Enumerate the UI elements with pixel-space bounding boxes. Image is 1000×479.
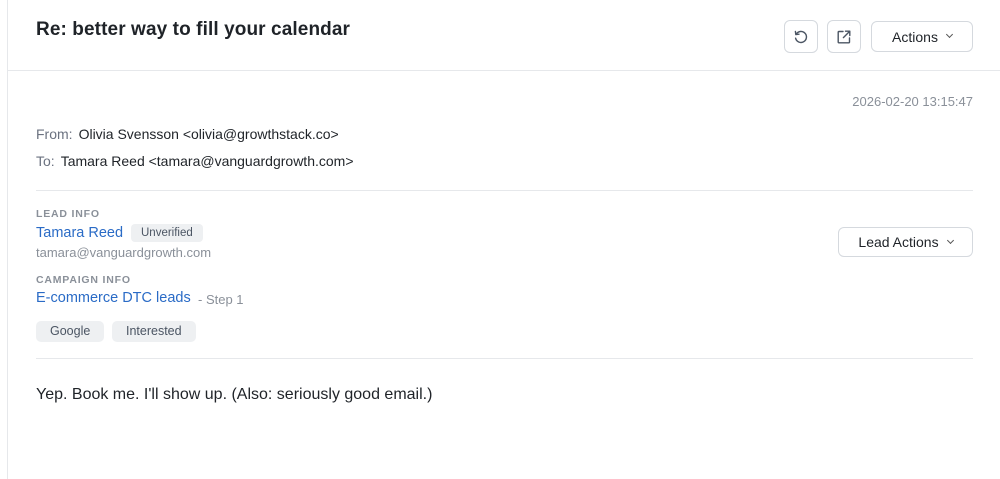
email-header: Re: better way to fill your calendar Act… bbox=[8, 0, 1000, 71]
to-label: To: bbox=[36, 153, 55, 169]
tag-chip: Interested bbox=[112, 321, 196, 342]
open-external-button[interactable] bbox=[827, 20, 861, 53]
from-value: Olivia Svensson <olivia@growthstack.co> bbox=[78, 126, 339, 142]
lead-name-link[interactable]: Tamara Reed bbox=[36, 225, 123, 241]
campaign-name-link[interactable]: E-commerce DTC leads bbox=[36, 290, 191, 306]
lead-actions-label: Lead Actions bbox=[858, 234, 939, 250]
email-timestamp: 2026-02-20 13:15:47 bbox=[852, 94, 973, 109]
tag-chip: Google bbox=[36, 321, 105, 342]
refresh-button[interactable] bbox=[784, 20, 818, 53]
refresh-icon bbox=[794, 30, 808, 43]
status-badge: Unverified bbox=[131, 224, 203, 242]
divider bbox=[36, 358, 973, 359]
lead-email: tamara@vanguardgrowth.com bbox=[36, 245, 212, 260]
email-body: Yep. Book me. I'll show up. (Also: serio… bbox=[36, 386, 433, 403]
to-value: Tamara Reed <tamara@vanguardgrowth.com> bbox=[60, 153, 354, 169]
email-detail-panel: Re: better way to fill your calendar Act… bbox=[7, 0, 1000, 479]
to-row: To: Tamara Reed <tamara@vanguardgrowth.co… bbox=[36, 153, 354, 169]
campaign-step: - Step 1 bbox=[198, 292, 244, 307]
actions-label: Actions bbox=[892, 28, 938, 45]
campaign-info-heading: CAMPAIGN INFO bbox=[36, 274, 131, 286]
from-label: From: bbox=[36, 126, 73, 142]
lead-actions-button[interactable]: Lead Actions bbox=[838, 227, 973, 257]
divider bbox=[36, 190, 973, 191]
actions-dropdown-button[interactable]: Actions bbox=[871, 21, 973, 52]
chevron-down-icon bbox=[945, 30, 953, 39]
chevron-down-icon bbox=[946, 236, 954, 244]
lead-info-heading: LEAD INFO bbox=[36, 208, 100, 220]
from-row: From: Olivia Svensson <olivia@growthstack… bbox=[36, 126, 339, 142]
external-link-icon bbox=[837, 30, 851, 43]
email-subject: Re: better way to fill your calendar bbox=[36, 19, 351, 40]
